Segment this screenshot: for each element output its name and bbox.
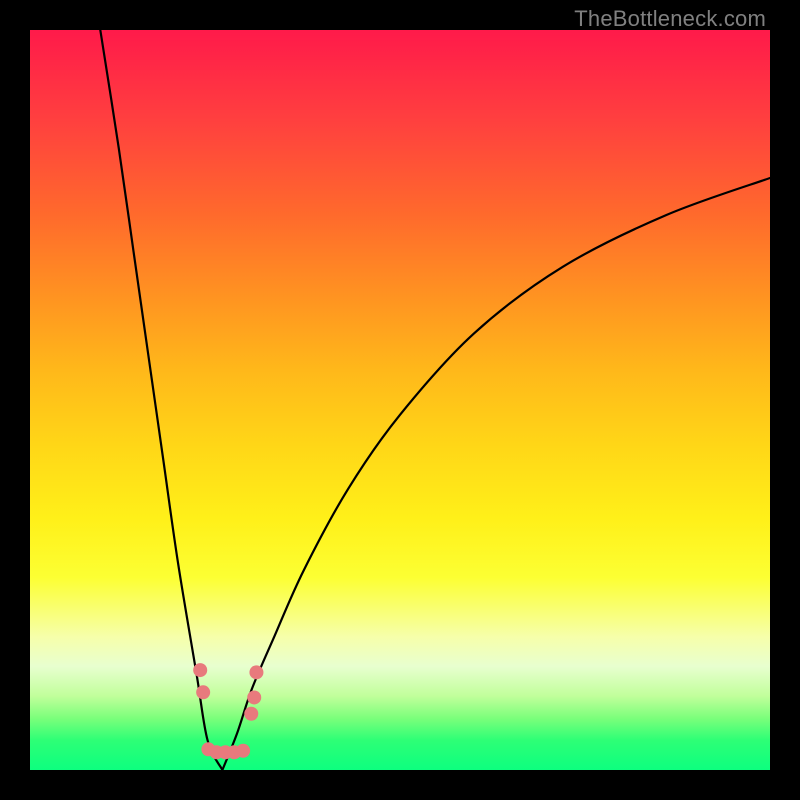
dots-group	[193, 663, 263, 759]
curves-layer	[30, 30, 770, 770]
watermark-text: TheBottleneck.com	[574, 6, 766, 32]
dot-j	[249, 665, 263, 679]
dot-i	[247, 690, 261, 704]
left-curve	[100, 30, 222, 770]
dot-b	[196, 685, 210, 699]
dot-h	[244, 707, 258, 721]
dot-g	[236, 744, 250, 758]
dot-a	[193, 663, 207, 677]
gradient-plot-area	[30, 30, 770, 770]
right-curve	[222, 178, 770, 770]
image-frame: TheBottleneck.com	[0, 0, 800, 800]
